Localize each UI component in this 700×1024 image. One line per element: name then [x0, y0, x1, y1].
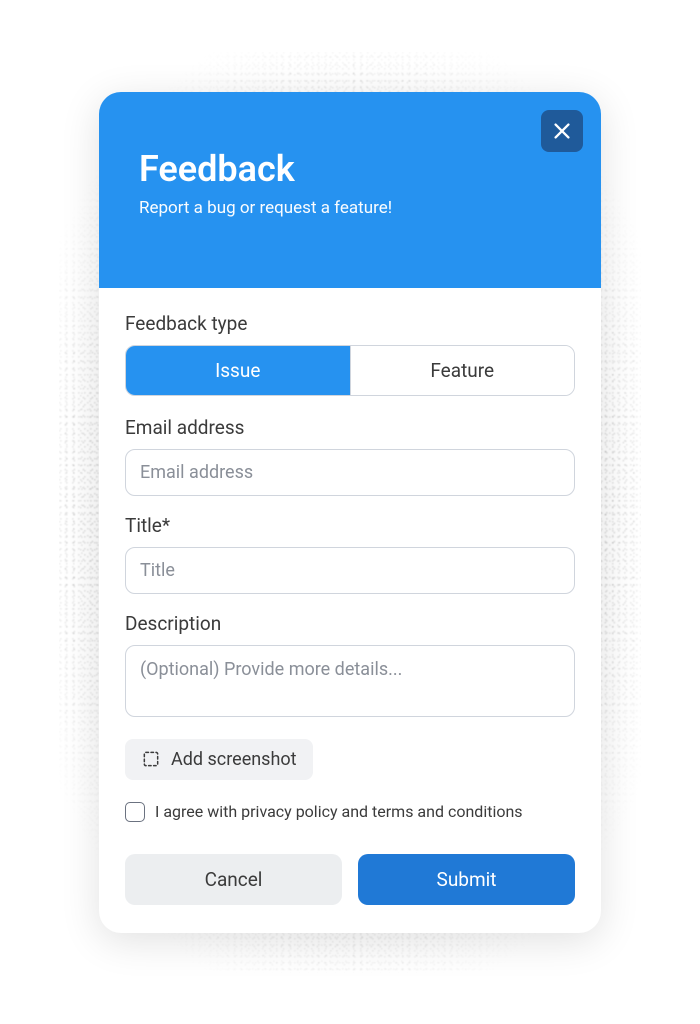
feedback-modal: Feedback Report a bug or request a featu… — [99, 92, 601, 933]
submit-button[interactable]: Submit — [358, 854, 575, 905]
title-label: Title* — [125, 514, 575, 537]
close-button[interactable] — [541, 110, 583, 152]
tab-feature[interactable]: Feature — [350, 346, 575, 395]
agree-row: I agree with privacy policy and terms an… — [125, 802, 575, 822]
add-screenshot-label: Add screenshot — [171, 749, 297, 770]
email-field[interactable] — [125, 449, 575, 496]
feedback-type-segmented: Issue Feature — [125, 345, 575, 396]
modal-subtitle: Report a bug or request a feature! — [139, 198, 561, 218]
description-field[interactable] — [125, 645, 575, 717]
modal-body: Feedback type Issue Feature Email addres… — [99, 288, 601, 933]
footer-row: Cancel Submit — [125, 854, 575, 905]
description-label: Description — [125, 612, 575, 635]
agree-checkbox[interactable] — [125, 802, 145, 822]
modal-title: Feedback — [139, 148, 561, 190]
agree-label[interactable]: I agree with privacy policy and terms an… — [155, 802, 523, 821]
screenshot-icon — [141, 749, 161, 769]
close-icon — [551, 120, 573, 142]
feedback-type-label: Feedback type — [125, 312, 575, 335]
email-label: Email address — [125, 416, 575, 439]
tab-issue[interactable]: Issue — [126, 346, 350, 395]
cancel-button[interactable]: Cancel — [125, 854, 342, 905]
title-field[interactable] — [125, 547, 575, 594]
modal-header: Feedback Report a bug or request a featu… — [99, 92, 601, 288]
add-screenshot-button[interactable]: Add screenshot — [125, 739, 313, 780]
